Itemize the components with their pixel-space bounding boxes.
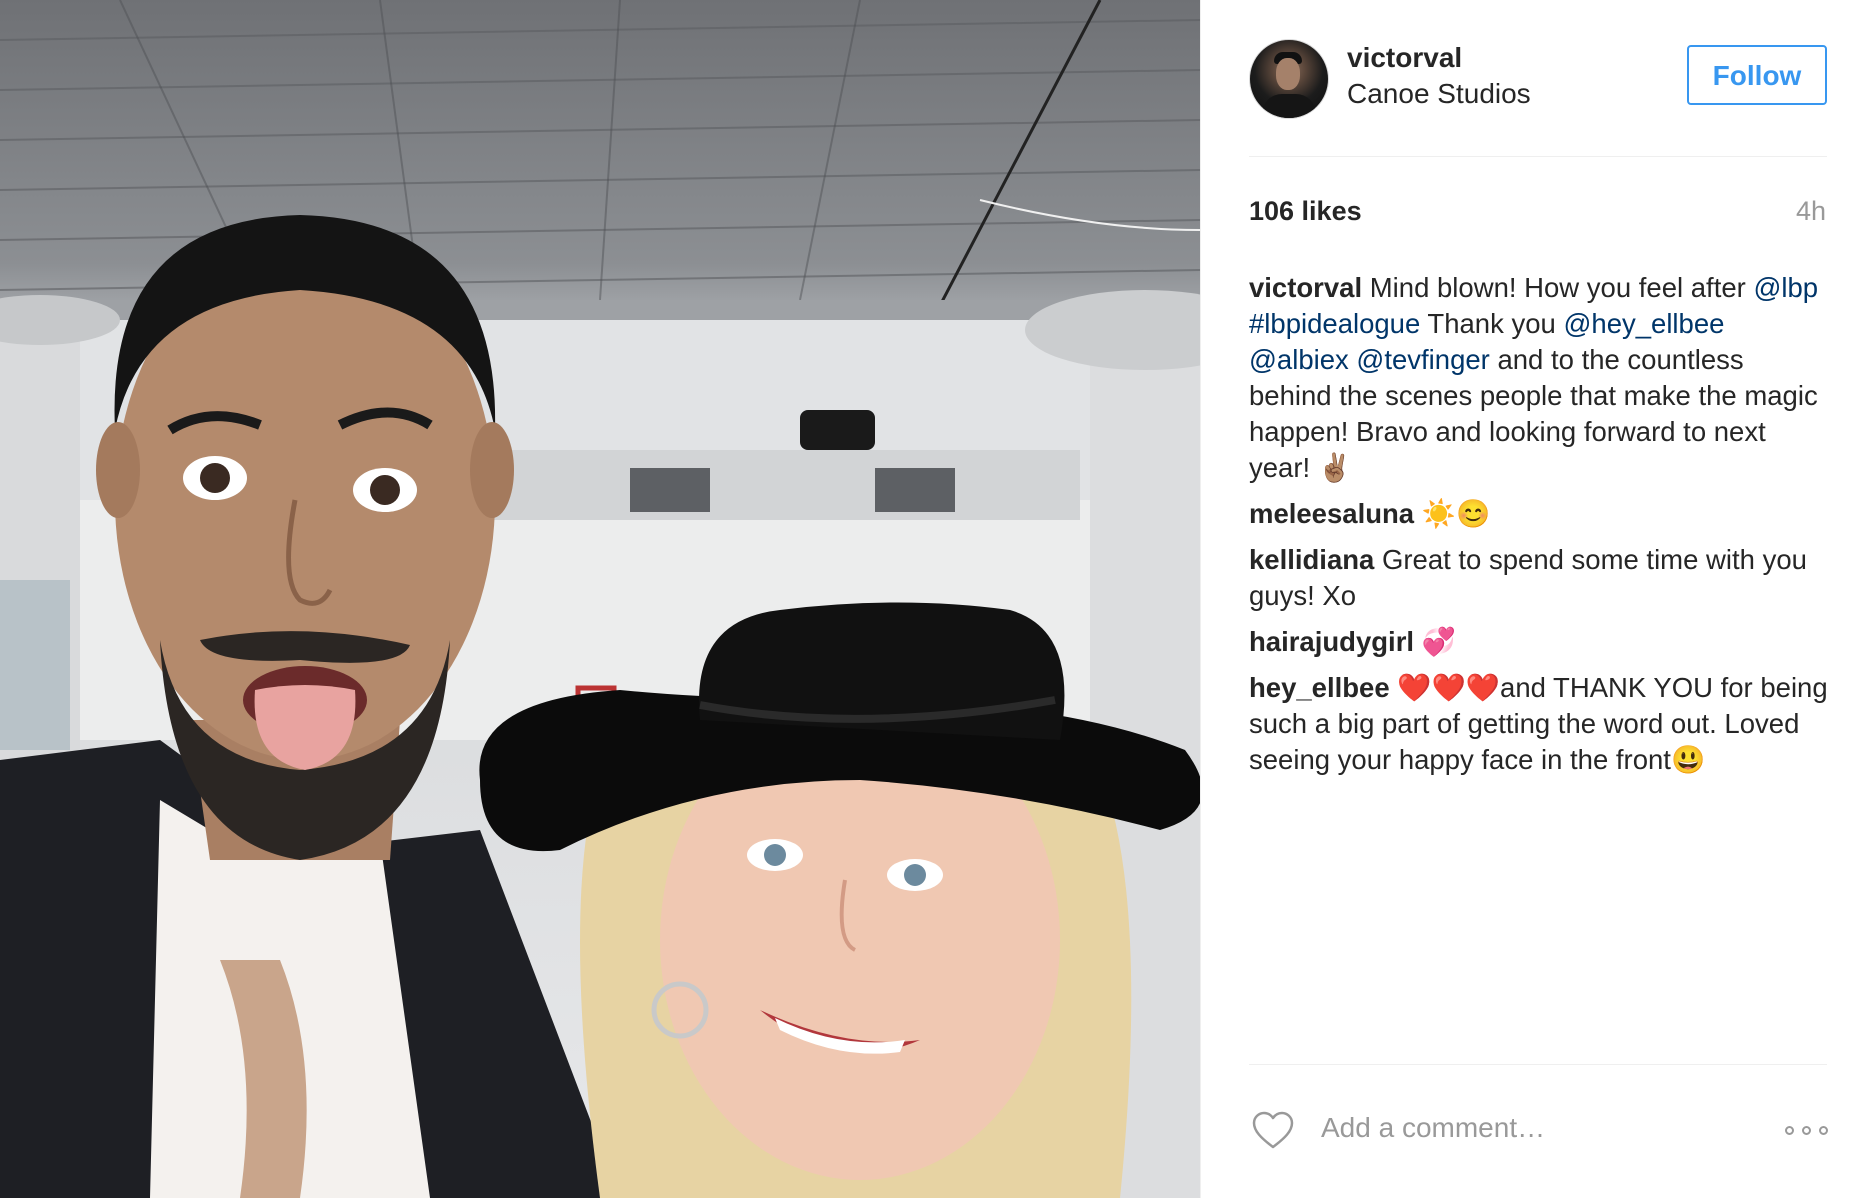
likes-count[interactable]: 106 likes: [1249, 196, 1362, 227]
mention-link[interactable]: @tevfinger: [1356, 344, 1489, 375]
comment-item: meleesaluna ☀️😊: [1249, 496, 1829, 532]
mention-link[interactable]: @lbp: [1753, 272, 1818, 303]
caption-username[interactable]: victorval: [1249, 272, 1362, 303]
comment-text: 💞: [1414, 626, 1456, 657]
post-timestamp[interactable]: 4h: [1796, 196, 1826, 227]
mention-link[interactable]: @hey_ellbee: [1563, 308, 1724, 339]
dot: [1785, 1126, 1794, 1135]
comment-text: ☀️😊: [1414, 498, 1491, 529]
hashtag-link[interactable]: #lbpidealogue: [1249, 308, 1420, 339]
caption-text: Mind blown! How you feel after: [1362, 272, 1754, 303]
comments-list: victorval Mind blown! How you feel after…: [1249, 270, 1829, 788]
photo-illustration: [0, 0, 1200, 1198]
post-header: victorval Canoe Studios Follow: [1249, 36, 1827, 157]
follow-button[interactable]: Follow: [1687, 45, 1827, 105]
location-link[interactable]: Canoe Studios: [1347, 78, 1531, 110]
avatar[interactable]: [1249, 39, 1329, 119]
avatar-body: [1262, 94, 1316, 118]
comment-item: hey_ellbee ❤️❤️❤️and THANK YOU for being…: [1249, 670, 1829, 778]
comment-item: hairajudygirl 💞: [1249, 624, 1829, 660]
dot: [1819, 1126, 1828, 1135]
caption: victorval Mind blown! How you feel after…: [1249, 270, 1829, 486]
post-side-panel: victorval Canoe Studios Follow 106 likes…: [1200, 0, 1868, 1198]
comment-username[interactable]: hey_ellbee: [1249, 672, 1390, 703]
divider: [1249, 1064, 1827, 1065]
dot: [1802, 1126, 1811, 1135]
caption-text: Thank you: [1420, 308, 1564, 339]
username-link[interactable]: victorval: [1347, 42, 1462, 74]
comment-username[interactable]: hairajudygirl: [1249, 626, 1414, 657]
comment-username[interactable]: meleesaluna: [1249, 498, 1414, 529]
add-comment-input[interactable]: [1321, 1112, 1721, 1144]
comment-item: kellidiana Great to spend some time with…: [1249, 542, 1829, 614]
heart-outline-icon[interactable]: [1251, 1110, 1295, 1150]
avatar-face: [1276, 58, 1300, 90]
more-options-icon[interactable]: [1785, 1126, 1828, 1135]
instagram-post: victorval Canoe Studios Follow 106 likes…: [0, 0, 1868, 1198]
mention-link[interactable]: @albiex: [1249, 344, 1349, 375]
post-photo[interactable]: [0, 0, 1200, 1198]
comment-username[interactable]: kellidiana: [1249, 544, 1374, 575]
